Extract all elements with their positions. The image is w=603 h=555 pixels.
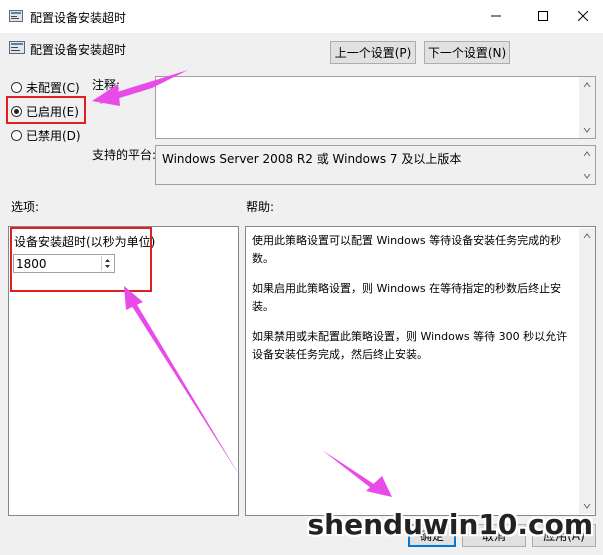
- comment-textarea[interactable]: [155, 76, 596, 139]
- window-title: 配置设备安装超时: [30, 11, 127, 25]
- chevron-down-icon: [583, 127, 591, 133]
- previous-setting-button[interactable]: 上一个设置(P): [330, 41, 416, 64]
- help-label: 帮助:: [246, 200, 275, 214]
- platform-label: 支持的平台:: [92, 148, 157, 162]
- chevron-down-icon: [583, 173, 591, 179]
- help-scrollbar[interactable]: [579, 228, 595, 514]
- platform-scrollbar[interactable]: [579, 146, 595, 184]
- help-paragraph: 如果禁用或未配置此策略设置，则 Windows 等待 300 秒以允许设备安装任…: [252, 330, 568, 361]
- maximize-icon: [538, 11, 548, 21]
- radio-not-configured[interactable]: 未配置(C): [11, 79, 80, 95]
- close-icon: [578, 11, 588, 21]
- minimize-button[interactable]: [476, 4, 516, 28]
- help-paragraph: 使用此策略设置可以配置 Windows 等待设备安装任务完成的秒数。: [252, 234, 562, 265]
- radio-disabled[interactable]: 已禁用(D): [11, 127, 81, 143]
- help-paragraph: 如果启用此策略设置，则 Windows 在等待指定的秒数后终止安装。: [252, 282, 562, 313]
- next-setting-button[interactable]: 下一个设置(N): [424, 41, 510, 64]
- timeout-highlight-box: [10, 227, 152, 292]
- setting-title: 配置设备安装超时: [30, 43, 127, 57]
- chevron-up-icon: [583, 233, 591, 239]
- platform-field: Windows Server 2008 R2 或 Windows 7 及以上版本: [155, 145, 596, 185]
- enabled-highlight-box: [6, 96, 86, 124]
- platform-value: Windows Server 2008 R2 或 Windows 7 及以上版本: [162, 152, 462, 166]
- radio-indicator: [11, 129, 22, 141]
- chevron-up-icon: [583, 151, 591, 157]
- radio-indicator: [11, 81, 22, 93]
- policy-icon: [9, 41, 25, 54]
- watermark: shenduwin10.com: [307, 508, 593, 541]
- policy-icon: [9, 10, 23, 22]
- help-panel: 使用此策略设置可以配置 Windows 等待设备安装任务完成的秒数。 如果启用此…: [245, 226, 596, 516]
- close-button[interactable]: [563, 4, 603, 28]
- options-label: 选项:: [11, 200, 40, 214]
- maximize-button[interactable]: [523, 4, 563, 28]
- minimize-icon: [491, 15, 501, 17]
- chevron-up-icon: [583, 82, 591, 88]
- comment-scrollbar[interactable]: [579, 77, 595, 138]
- radio-label: 已禁用(D): [26, 128, 81, 143]
- comment-label: 注释:: [92, 78, 121, 92]
- radio-label: 未配置(C): [26, 80, 80, 95]
